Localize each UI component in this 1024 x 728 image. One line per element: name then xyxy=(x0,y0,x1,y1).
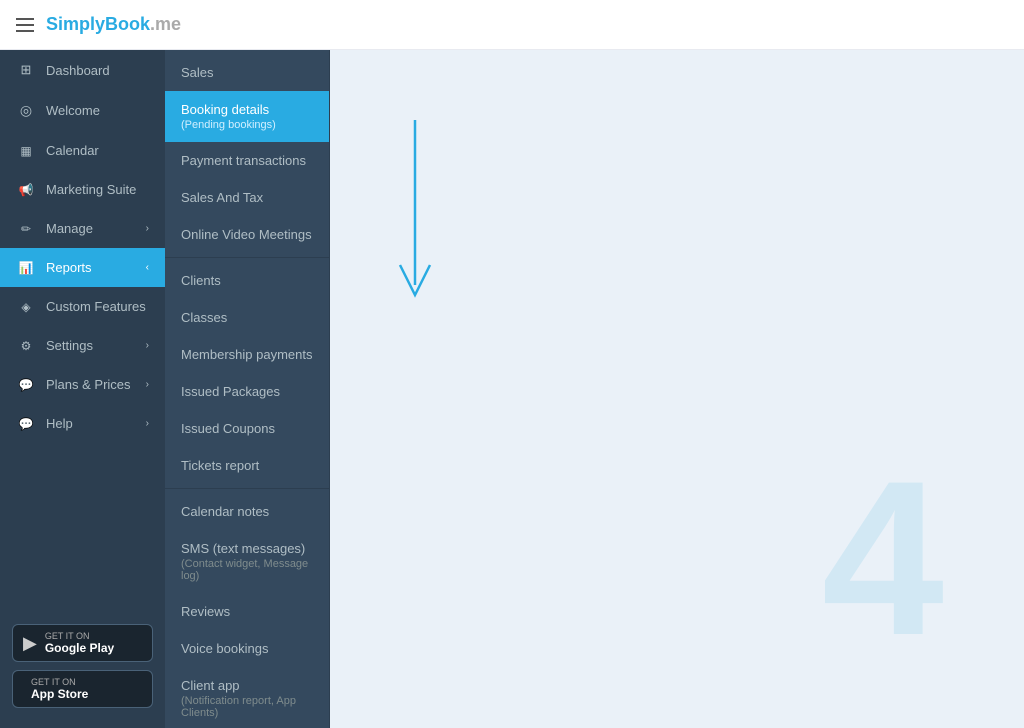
sidebar-bottom: ▶ GET IT ON Google Play GET IT ON App St… xyxy=(0,612,165,728)
marketing-icon: 📢 xyxy=(16,183,36,197)
settings-chevron-icon: › xyxy=(146,340,149,351)
client-app-sub: (Notification report, App Clients) xyxy=(181,695,313,719)
reports-section-clients: Clients Classes Membership payments Issu… xyxy=(165,258,329,489)
dashboard-icon: ⊞ xyxy=(16,62,36,78)
sidebar-item-custom[interactable]: ◈ Custom Features xyxy=(0,287,165,326)
sidebar-label-plans: Plans & Prices xyxy=(46,377,146,392)
report-item-client-app[interactable]: Client app (Notification report, App Cli… xyxy=(165,667,329,728)
help-chevron-icon: › xyxy=(146,418,149,429)
logo: SimplyBook.me xyxy=(46,14,181,35)
report-item-calendar-notes[interactable]: Calendar notes xyxy=(165,493,329,530)
report-item-tickets[interactable]: Tickets report xyxy=(165,447,329,484)
sidebar-item-settings[interactable]: ⚙ Settings › xyxy=(0,326,165,365)
app-store-main-text: App Store xyxy=(31,687,88,701)
sidebar-item-marketing[interactable]: 📢 Marketing Suite xyxy=(0,170,165,209)
hamburger-menu[interactable] xyxy=(16,18,34,32)
plans-icon: 💬 xyxy=(16,378,36,392)
reports-chevron-icon: ‹ xyxy=(146,262,149,273)
sidebar-item-dashboard[interactable]: ⊞ Dashboard xyxy=(0,50,165,90)
reports-section-sales: Sales Booking details (Pending bookings)… xyxy=(165,50,329,258)
plans-chevron-icon: › xyxy=(146,379,149,390)
reports-submenu: Sales Booking details (Pending bookings)… xyxy=(165,50,330,728)
app-store-badge[interactable]: GET IT ON App Store xyxy=(12,670,153,708)
report-item-classes[interactable]: Classes xyxy=(165,299,329,336)
reports-icon: 📊 xyxy=(16,261,36,275)
google-play-badge[interactable]: ▶ GET IT ON Google Play xyxy=(12,624,153,662)
sidebar-label-welcome: Welcome xyxy=(46,103,149,118)
sidebar-label-dashboard: Dashboard xyxy=(46,63,149,78)
logo-book: Book xyxy=(105,14,150,35)
report-item-sales[interactable]: Sales xyxy=(165,54,329,91)
booking-details-sub: (Pending bookings) xyxy=(181,119,313,131)
sidebar-label-marketing: Marketing Suite xyxy=(46,182,149,197)
sidebar-label-custom: Custom Features xyxy=(46,299,149,314)
manage-chevron-icon: › xyxy=(146,223,149,234)
google-play-icon: ▶ xyxy=(23,633,37,654)
report-item-issued-packages[interactable]: Issued Packages xyxy=(165,373,329,410)
sidebar-label-calendar: Calendar xyxy=(46,143,149,158)
arrow-indicator xyxy=(385,120,445,320)
logo-simply: Simply xyxy=(46,14,105,35)
sidebar-item-reports[interactable]: 📊 Reports ‹ xyxy=(0,248,165,287)
report-item-reviews[interactable]: Reviews xyxy=(165,593,329,630)
manage-icon: ✏ xyxy=(16,222,36,236)
report-item-sales-and-tax[interactable]: Sales And Tax xyxy=(165,179,329,216)
sidebar-label-help: Help xyxy=(46,416,146,431)
report-item-issued-coupons[interactable]: Issued Coupons xyxy=(165,410,329,447)
sidebar-item-welcome[interactable]: ◎ Welcome xyxy=(0,90,165,131)
top-header: SimplyBook.me xyxy=(0,0,1024,50)
report-item-membership-payments[interactable]: Membership payments xyxy=(165,336,329,373)
sms-sub: (Contact widget, Message log) xyxy=(181,558,313,582)
report-item-payment-transactions[interactable]: Payment transactions xyxy=(165,142,329,179)
sidebar-item-calendar[interactable]: ▦ Calendar xyxy=(0,131,165,170)
left-sidebar: ⊞ Dashboard ◎ Welcome ▦ Calendar 📢 Marke… xyxy=(0,50,165,728)
google-play-small-text: GET IT ON xyxy=(45,631,114,641)
watermark-number: 4 xyxy=(822,448,944,668)
calendar-icon: ▦ xyxy=(16,144,36,158)
welcome-icon: ◎ xyxy=(16,102,36,119)
sidebar-item-manage[interactable]: ✏ Manage › xyxy=(0,209,165,248)
report-item-booking-details[interactable]: Booking details (Pending bookings) xyxy=(165,91,329,142)
report-item-clients[interactable]: Clients xyxy=(165,262,329,299)
report-item-online-video[interactable]: Online Video Meetings xyxy=(165,216,329,253)
report-item-sms[interactable]: SMS (text messages) (Contact widget, Mes… xyxy=(165,530,329,593)
help-icon: 💬 xyxy=(16,417,36,431)
custom-icon: ◈ xyxy=(16,300,36,314)
report-item-voice-bookings[interactable]: Voice bookings xyxy=(165,630,329,667)
sidebar-label-reports: Reports xyxy=(46,260,146,275)
main-layout: ⊞ Dashboard ◎ Welcome ▦ Calendar 📢 Marke… xyxy=(0,50,1024,728)
sidebar-item-help[interactable]: 💬 Help › xyxy=(0,404,165,443)
logo-me: .me xyxy=(150,14,181,35)
app-store-small-text: GET IT ON xyxy=(31,677,88,687)
sidebar-item-plans[interactable]: 💬 Plans & Prices › xyxy=(0,365,165,404)
main-content: 4 xyxy=(330,50,1024,728)
sidebar-label-settings: Settings xyxy=(46,338,146,353)
google-play-main-text: Google Play xyxy=(45,641,114,655)
settings-icon: ⚙ xyxy=(16,339,36,353)
reports-section-other: Calendar notes SMS (text messages) (Cont… xyxy=(165,489,329,728)
sidebar-label-manage: Manage xyxy=(46,221,146,236)
